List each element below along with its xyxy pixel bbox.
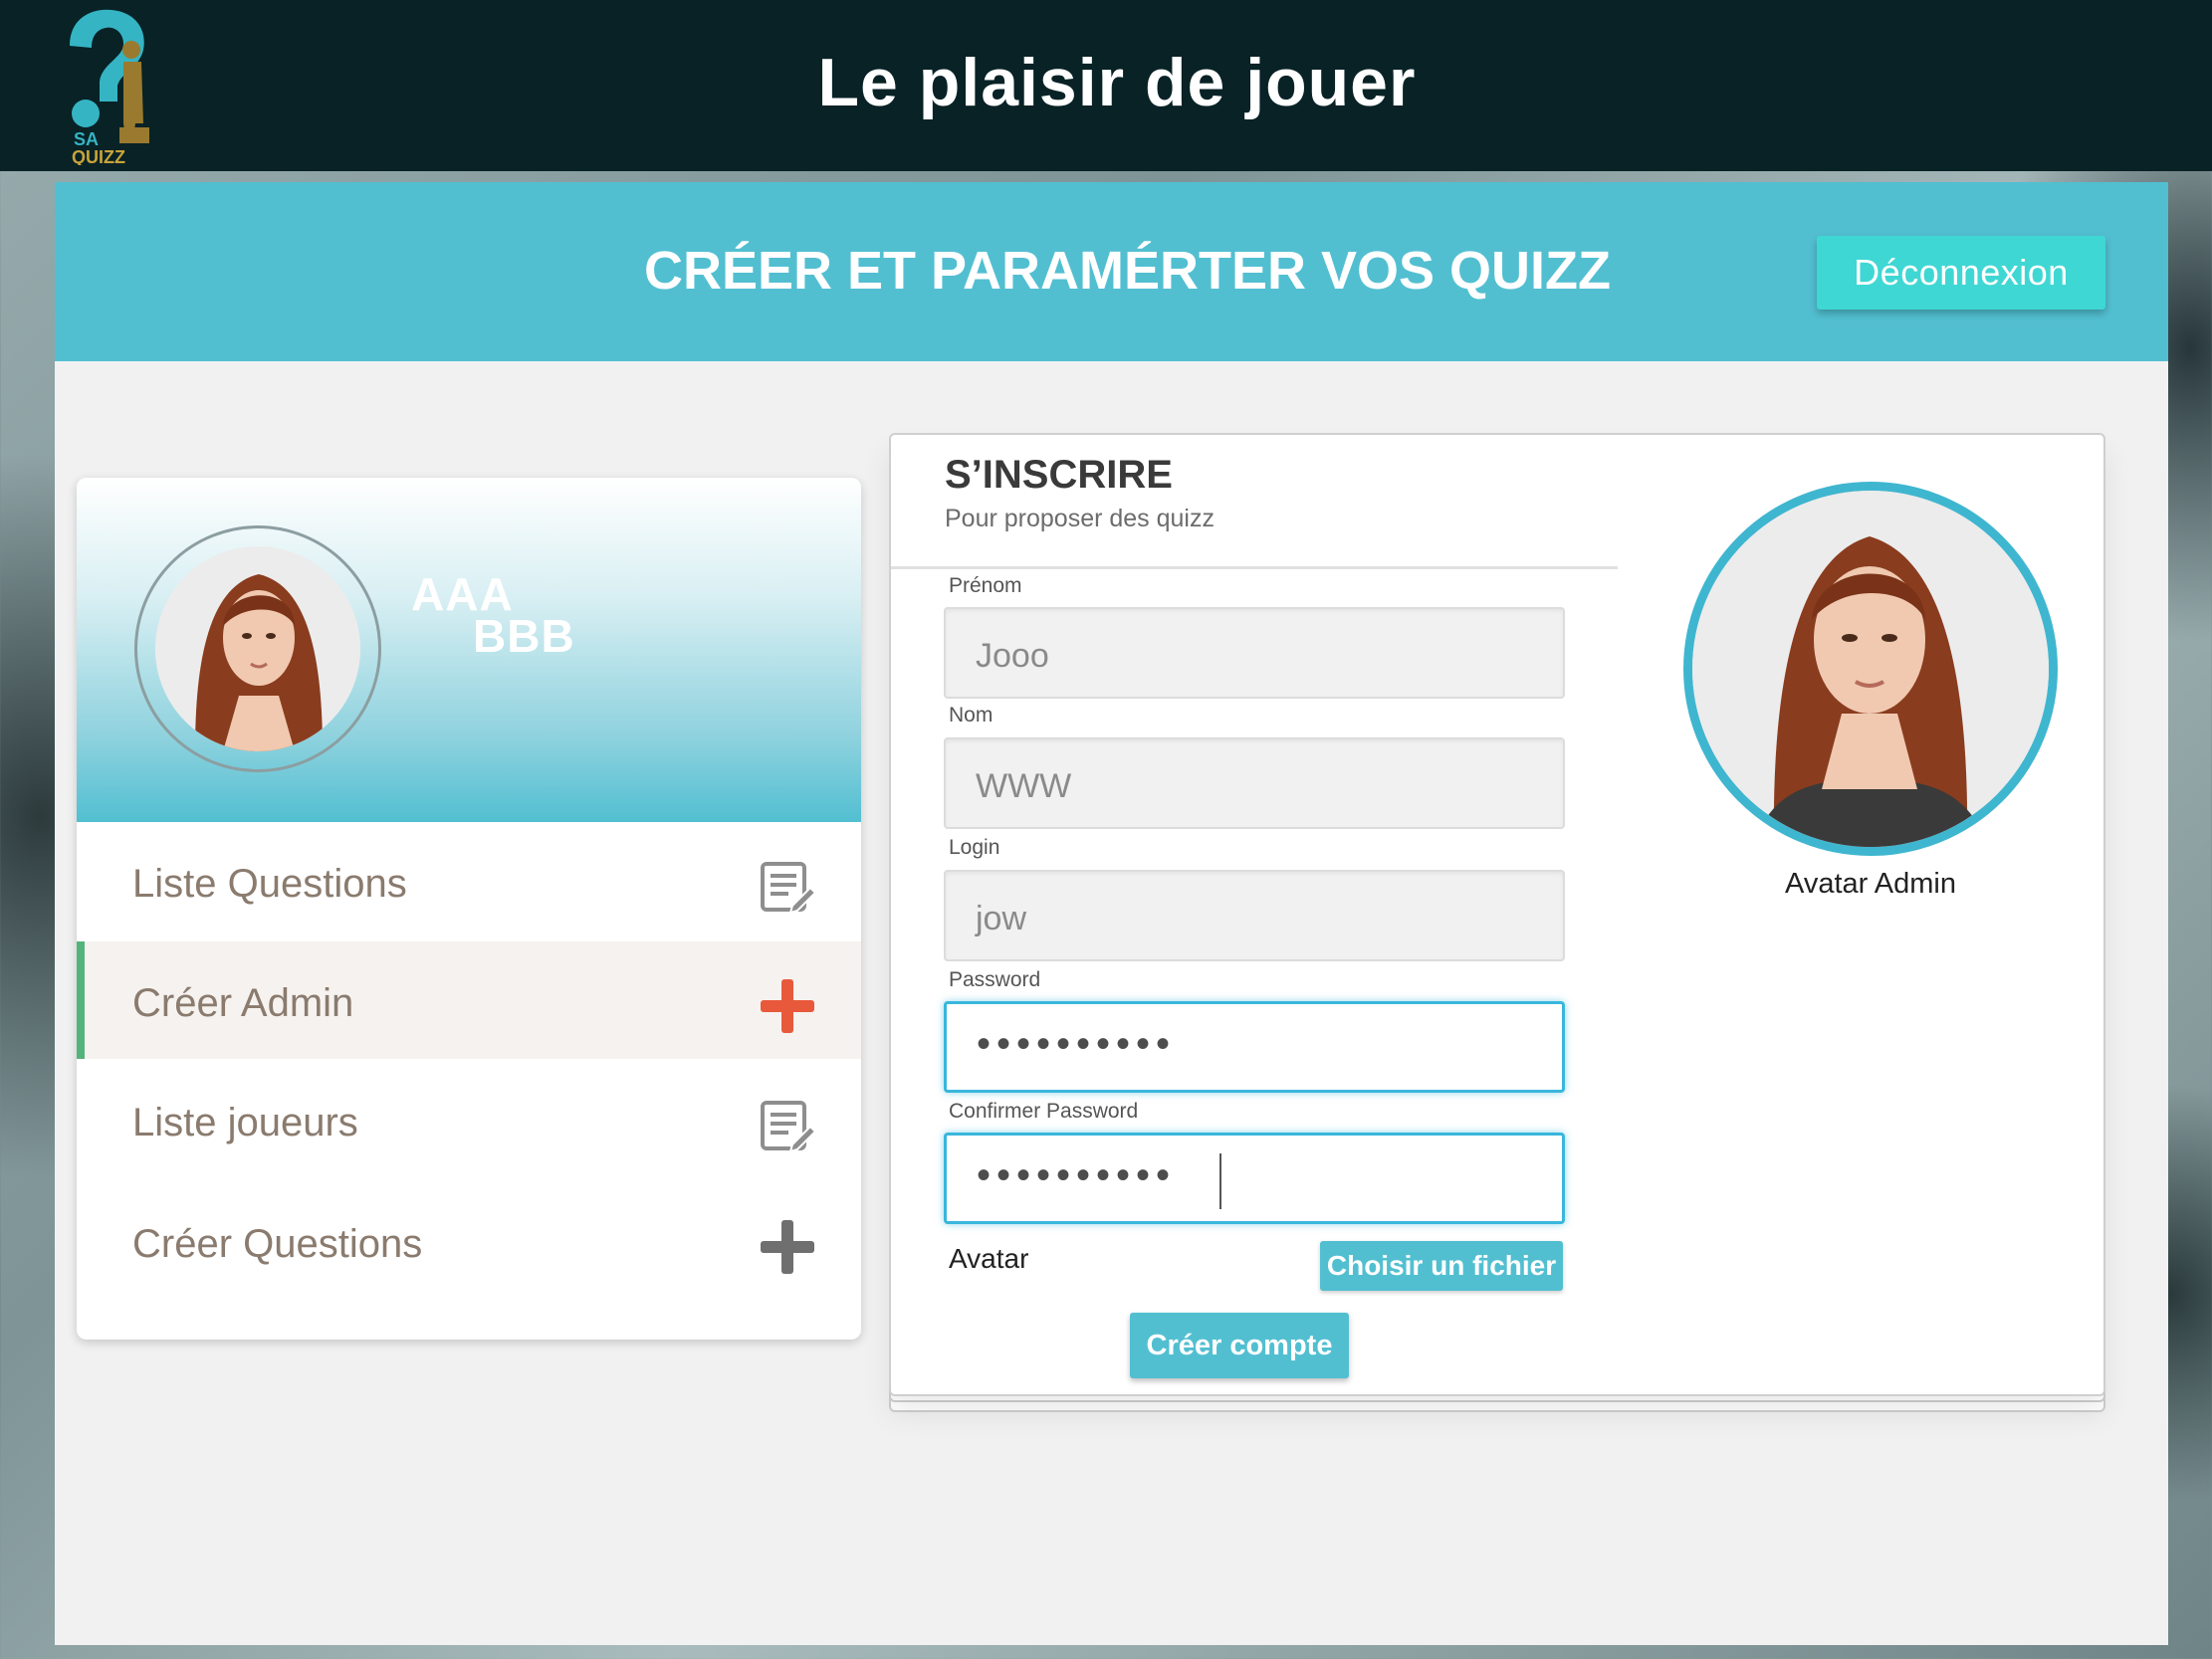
nom-value: WWW <box>976 767 1072 805</box>
password-field[interactable]: •••••••••• <box>944 1001 1565 1093</box>
sidebar-item-creer-questions[interactable]: Créer Questions <box>77 1182 861 1300</box>
avatar-label: Avatar <box>949 1243 1029 1274</box>
password-label: Password <box>949 968 1041 991</box>
prenom-label: Prénom <box>949 574 1022 597</box>
prenom-value: Jooo <box>976 637 1049 675</box>
form-title: S’INSCRIRE <box>945 453 1173 497</box>
panel-header: CRÉER ET PARAMÉRTER VOS QUIZZ Déconnexio… <box>55 182 2168 361</box>
confirm-password-value: •••••••••• <box>977 1153 1177 1197</box>
signup-form: S’INSCRIRE Pour proposer des quizz Préno… <box>889 433 2105 1396</box>
nom-field[interactable]: WWW <box>944 737 1565 829</box>
form-subtitle: Pour proposer des quizz <box>945 505 1215 532</box>
profile-last-name: BBB <box>473 610 575 662</box>
avatar <box>155 546 360 751</box>
sidebar-item-creer-admin[interactable]: Créer Admin <box>77 941 861 1059</box>
confirm-password-field[interactable]: •••••••••• <box>944 1133 1565 1224</box>
login-label: Login <box>949 836 1000 859</box>
plus-icon <box>761 979 814 1033</box>
sidebar-item-label: Créer Questions <box>132 1222 423 1266</box>
sidebar-item-label: Liste Questions <box>132 862 407 906</box>
edit-list-icon <box>761 862 816 915</box>
avatar-caption: Avatar Admin <box>1785 868 1956 900</box>
edit-list-icon <box>761 1101 816 1153</box>
sidebar-card: AAA BBB Liste Questions Créer Admin List… <box>77 478 861 1340</box>
site-title: Le plaisir de jouer <box>817 45 1417 120</box>
logout-button[interactable]: Déconnexion <box>1817 236 2105 310</box>
sidebar-item-liste-joueurs[interactable]: Liste joueurs <box>77 1061 861 1178</box>
divider <box>891 566 1618 569</box>
password-value: •••••••••• <box>977 1022 1177 1066</box>
create-account-button[interactable]: Créer compte <box>1130 1313 1349 1378</box>
sidebar-item-label: Liste joueurs <box>132 1101 358 1144</box>
login-value: jow <box>976 900 1027 937</box>
woman-portrait-icon <box>1692 491 2049 847</box>
nom-label: Nom <box>949 704 994 726</box>
prenom-field[interactable]: Jooo <box>944 607 1565 699</box>
confirm-password-label: Confirmer Password <box>949 1100 1139 1123</box>
woman-portrait-icon <box>155 546 360 751</box>
svg-text:QUIZZ: QUIZZ <box>72 147 125 165</box>
login-field[interactable]: jow <box>944 870 1565 961</box>
profile-header: AAA BBB <box>77 478 861 822</box>
plus-icon <box>761 1220 814 1274</box>
choose-file-button[interactable]: Choisir un fichier <box>1320 1241 1563 1291</box>
svg-text:SA: SA <box>74 129 99 149</box>
signup-card-stack: S’INSCRIRE Pour proposer des quizz Préno… <box>889 433 2105 1416</box>
text-caret <box>1219 1153 1221 1209</box>
sidebar-item-liste-questions[interactable]: Liste Questions <box>77 822 861 939</box>
sidebar-item-label: Créer Admin <box>132 981 354 1025</box>
admin-avatar-preview <box>1683 482 2058 856</box>
top-bar: SA QUIZZ Le plaisir de jouer <box>0 0 2212 171</box>
